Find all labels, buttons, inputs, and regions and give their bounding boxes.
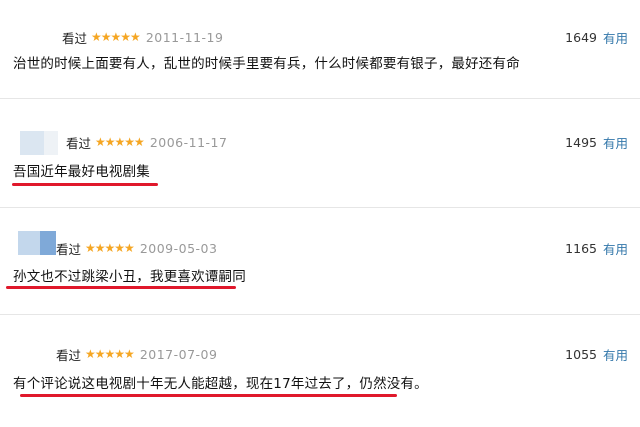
vote-count: 1495	[565, 134, 597, 150]
useful-button[interactable]: 有用	[603, 239, 628, 258]
highlight-underline	[20, 394, 397, 397]
review-date: 2009-05-03	[139, 240, 218, 256]
review-meta: 看过 ★★★★★ 2006-11-17	[66, 132, 227, 152]
divider	[0, 207, 640, 208]
watch-status: 看过	[56, 241, 82, 257]
vote-count: 1055	[565, 346, 597, 362]
review-date: 2017-07-09	[139, 346, 218, 362]
review-date: 2006-11-17	[149, 134, 228, 150]
useful-button[interactable]: 有用	[603, 345, 628, 364]
watch-status: 看过	[66, 135, 92, 151]
highlight-underline	[12, 183, 158, 186]
review-text: 吾国近年最好电视剧集	[13, 164, 150, 180]
star-rating-icon: ★★★★★	[85, 347, 135, 361]
vote-area: 1055 有用	[565, 344, 628, 364]
vote-area: 1649 有用	[565, 27, 628, 47]
review-text: 有个评论说这电视剧十年无人能超越，现在17年过去了，仍然没有。	[13, 376, 428, 392]
comment-list: 看过 ★★★★★ 2011-11-19 1649 有用 治世的时候上面要有人，乱…	[0, 0, 640, 427]
review-meta: 看过 ★★★★★ 2009-05-03	[56, 238, 217, 258]
vote-count: 1165	[565, 240, 597, 256]
useful-button[interactable]: 有用	[603, 28, 628, 47]
review-date: 2011-11-19	[145, 29, 224, 45]
user-avatar[interactable]	[20, 131, 58, 155]
review-text: 孙文也不过跳梁小丑，我更喜欢谭嗣同	[13, 269, 246, 285]
vote-area: 1165 有用	[565, 238, 628, 258]
divider	[0, 314, 640, 315]
star-rating-icon: ★★★★★	[95, 135, 145, 149]
star-rating-icon: ★★★★★	[91, 30, 141, 44]
star-rating-icon: ★★★★★	[85, 241, 135, 255]
user-avatar[interactable]	[18, 231, 56, 255]
review-meta: 看过 ★★★★★ 2017-07-09	[56, 344, 217, 364]
watch-status: 看过	[56, 347, 82, 363]
vote-count: 1649	[565, 29, 597, 45]
review-meta: 看过 ★★★★★ 2011-11-19	[62, 27, 223, 47]
divider	[0, 98, 640, 99]
useful-button[interactable]: 有用	[603, 133, 628, 152]
watch-status: 看过	[62, 30, 88, 46]
review-text: 治世的时候上面要有人，乱世的时候手里要有兵，什么时候都要有银子，最好还有命	[13, 56, 520, 72]
vote-area: 1495 有用	[565, 132, 628, 152]
highlight-underline	[6, 286, 236, 289]
